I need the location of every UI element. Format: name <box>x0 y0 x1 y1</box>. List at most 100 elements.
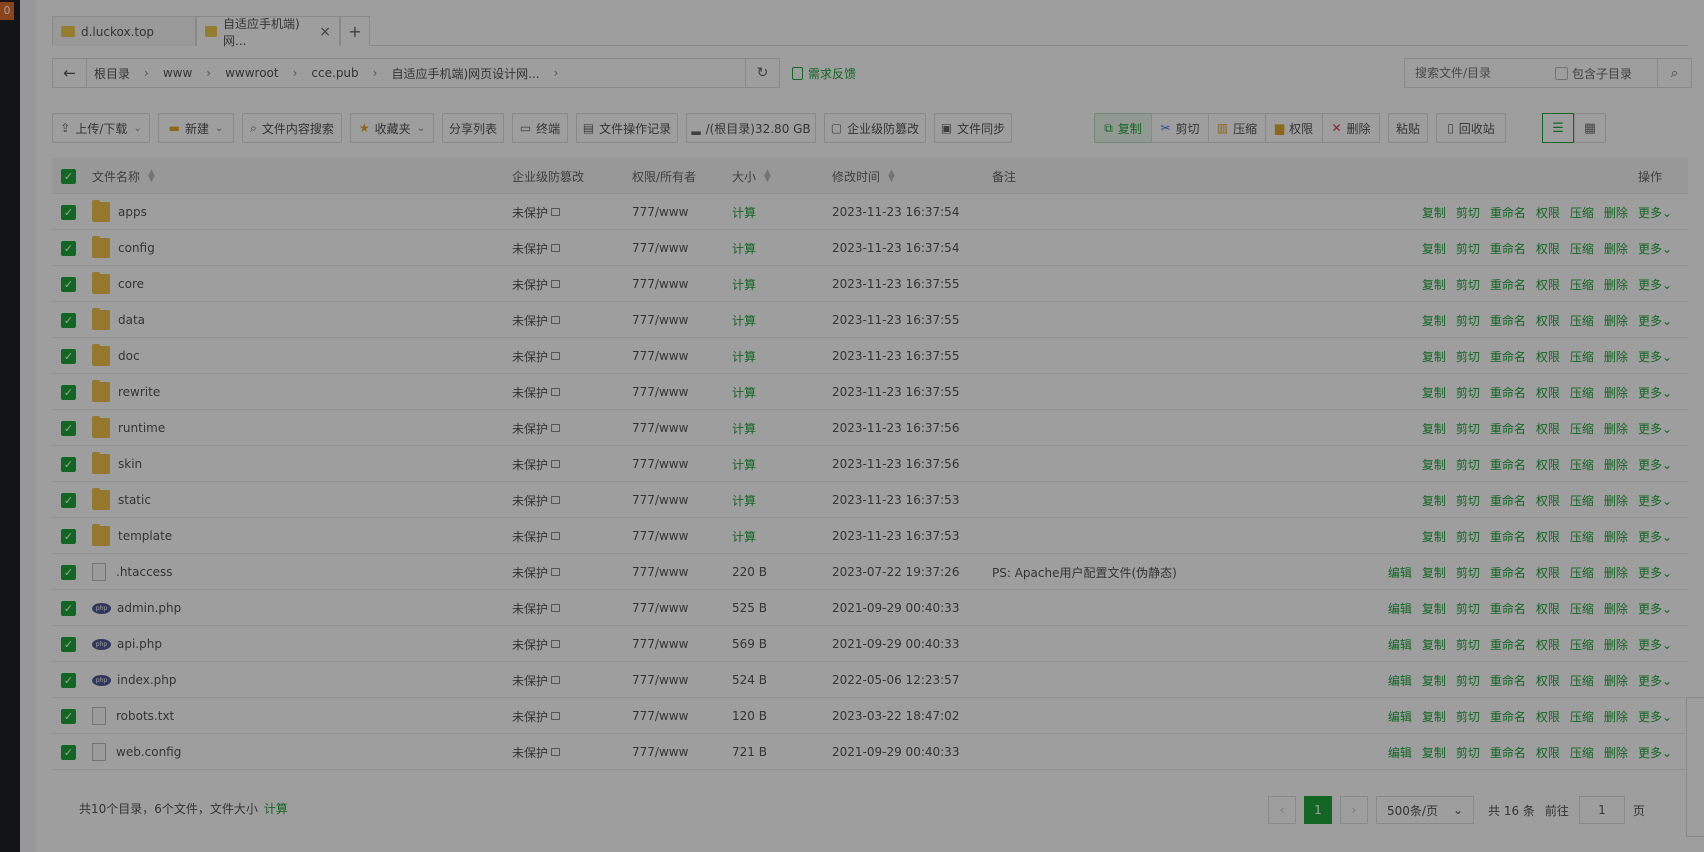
file-name[interactable]: apps <box>118 205 147 219</box>
permission-owner[interactable]: 777/www <box>632 410 688 446</box>
file-name-cell[interactable]: rewrite <box>92 374 160 410</box>
row-action-2[interactable]: 重命名 <box>1490 312 1526 329</box>
row-action-4[interactable]: 权限 <box>1536 636 1560 653</box>
permission-owner[interactable]: 777/www <box>632 554 688 590</box>
row-action-4[interactable]: 权限 <box>1536 564 1560 581</box>
table-row[interactable]: ✓ rewrite 未保护 777/www 计算 2023-11-23 16:37:55 复… <box>52 374 1688 410</box>
more-dropdown[interactable]: 更多⌄ <box>1638 276 1672 293</box>
table-row[interactable]: ✓ php api.php 未保护 777/www 569 B 2021-09-29 00:… <box>52 626 1688 662</box>
lock-icon[interactable] <box>551 280 561 288</box>
row-action-0[interactable]: 复制 <box>1422 240 1446 257</box>
file-name-cell[interactable]: config <box>92 230 155 266</box>
permission-owner[interactable]: 777/www <box>632 482 688 518</box>
file-size[interactable]: 计算 <box>732 482 756 518</box>
calc-size-link[interactable]: 计算 <box>264 802 288 816</box>
row-action-0[interactable]: 复制 <box>1422 420 1446 437</box>
row-action-4[interactable]: 压缩 <box>1570 492 1594 509</box>
row-action-3[interactable]: 权限 <box>1536 456 1560 473</box>
row-action-6[interactable]: 删除 <box>1604 564 1628 581</box>
table-row[interactable]: ✓ static 未保护 777/www 计算 2023-11-23 16:37:53 复制… <box>52 482 1688 518</box>
row-action-4[interactable]: 压缩 <box>1570 348 1594 365</box>
col-mtime[interactable]: 修改时间 ▲ ▼ <box>832 158 895 194</box>
row-checkbox[interactable]: ✓ <box>61 446 76 482</box>
row-checkbox[interactable]: ✓ <box>61 302 76 338</box>
file-name[interactable]: api.php <box>117 637 162 651</box>
file-name-cell[interactable]: php admin.php <box>92 590 181 626</box>
list-view-icon[interactable]: ☰ <box>1542 113 1574 143</box>
new-button[interactable]: ▬ 新建 ⌄ <box>158 113 234 143</box>
file-name-cell[interactable]: skin <box>92 446 142 482</box>
tab-dir-2[interactable]: 自适应手机端)网... × <box>196 16 340 48</box>
row-action-4[interactable]: 压缩 <box>1570 528 1594 545</box>
row-action-1[interactable]: 剪切 <box>1456 420 1480 437</box>
row-action-2[interactable]: 剪切 <box>1456 600 1480 617</box>
file-name[interactable]: runtime <box>118 421 165 435</box>
row-action-1[interactable]: 复制 <box>1422 708 1446 725</box>
col-name[interactable]: 文件名称 ▲ ▼ <box>92 158 155 194</box>
file-name-cell[interactable]: runtime <box>92 410 165 446</box>
row-checkbox[interactable]: ✓ <box>61 554 76 590</box>
more-dropdown[interactable]: 更多⌄ <box>1638 312 1672 329</box>
row-action-0[interactable]: 编辑 <box>1388 600 1412 617</box>
more-dropdown[interactable]: 更多⌄ <box>1638 384 1672 401</box>
prev-page-icon[interactable]: ‹ <box>1268 796 1296 824</box>
row-action-2[interactable]: 重命名 <box>1490 528 1526 545</box>
row-action-2[interactable]: 重命名 <box>1490 240 1526 257</box>
more-dropdown[interactable]: 更多⌄ <box>1638 420 1672 437</box>
table-row[interactable]: ✓ web.config 未保护 777/www 721 B 2021-09-29 00:… <box>52 734 1688 770</box>
row-action-5[interactable]: 删除 <box>1604 204 1628 221</box>
file-name[interactable]: skin <box>118 457 142 471</box>
batch-permission-button[interactable]: ▆ 权限 <box>1265 113 1323 143</box>
file-name[interactable]: core <box>118 277 144 291</box>
row-action-5[interactable]: 删除 <box>1604 528 1628 545</box>
row-action-2[interactable]: 剪切 <box>1456 672 1480 689</box>
lock-icon[interactable] <box>551 604 561 612</box>
row-checkbox[interactable]: ✓ <box>61 590 76 626</box>
row-action-2[interactable]: 重命名 <box>1490 456 1526 473</box>
row-action-1[interactable]: 剪切 <box>1456 312 1480 329</box>
file-name-cell[interactable]: core <box>92 266 144 302</box>
page-number[interactable]: 1 <box>1304 796 1332 824</box>
file-size[interactable]: 计算 <box>732 374 756 410</box>
lock-icon[interactable] <box>551 748 561 756</box>
row-action-4[interactable]: 压缩 <box>1570 204 1594 221</box>
close-icon[interactable]: × <box>319 24 331 40</box>
permission-owner[interactable]: 777/www <box>632 302 688 338</box>
file-name-cell[interactable]: template <box>92 518 172 554</box>
file-name-cell[interactable]: robots.txt <box>92 698 174 734</box>
table-row[interactable]: ✓ doc 未保护 777/www 计算 2023-11-23 16:37:55 复制 剪切重… <box>52 338 1688 374</box>
row-action-5[interactable]: 删除 <box>1604 384 1628 401</box>
row-checkbox[interactable]: ✓ <box>61 338 76 374</box>
table-row[interactable]: ✓ template 未保护 777/www 计算 2023-11-23 16:37:53… <box>52 518 1688 554</box>
lock-icon[interactable] <box>551 568 561 576</box>
row-action-2[interactable]: 重命名 <box>1490 492 1526 509</box>
more-dropdown[interactable]: 更多⌄ <box>1638 636 1672 653</box>
file-size[interactable]: 计算 <box>732 518 756 554</box>
breadcrumb-item[interactable]: 自适应手机端)网页设计网... › <box>384 65 565 82</box>
row-action-4[interactable]: 压缩 <box>1570 456 1594 473</box>
permission-owner[interactable]: 777/www <box>632 734 688 770</box>
file-size[interactable]: 计算 <box>732 410 756 446</box>
row-checkbox[interactable]: ✓ <box>61 266 76 302</box>
disk-button[interactable]: ▂/(根目录)32.80 GB <box>686 113 816 143</box>
more-dropdown[interactable]: 更多⌄ <box>1638 456 1672 473</box>
batch-delete-button[interactable]: ✕ 删除 <box>1322 113 1380 143</box>
breadcrumb-item[interactable]: 根目录 › <box>87 65 156 82</box>
row-action-2[interactable]: 重命名 <box>1490 420 1526 437</box>
row-action-5[interactable]: 删除 <box>1604 492 1628 509</box>
more-dropdown[interactable]: 更多⌄ <box>1638 528 1672 545</box>
row-action-5[interactable]: 压缩 <box>1570 600 1594 617</box>
file-size[interactable]: 计算 <box>732 302 756 338</box>
lock-icon[interactable] <box>551 496 561 504</box>
row-action-4[interactable]: 权限 <box>1536 708 1560 725</box>
file-name[interactable]: web.config <box>116 745 181 759</box>
file-name[interactable]: rewrite <box>118 385 160 399</box>
file-name[interactable]: config <box>118 241 155 255</box>
row-action-6[interactable]: 删除 <box>1604 744 1628 761</box>
lock-icon[interactable] <box>551 352 561 360</box>
permission-owner[interactable]: 777/www <box>632 446 688 482</box>
row-action-1[interactable]: 剪切 <box>1456 348 1480 365</box>
lock-icon[interactable] <box>551 244 561 252</box>
permission-owner[interactable]: 777/www <box>632 698 688 734</box>
col-size[interactable]: 大小 ▲ ▼ <box>732 158 771 194</box>
